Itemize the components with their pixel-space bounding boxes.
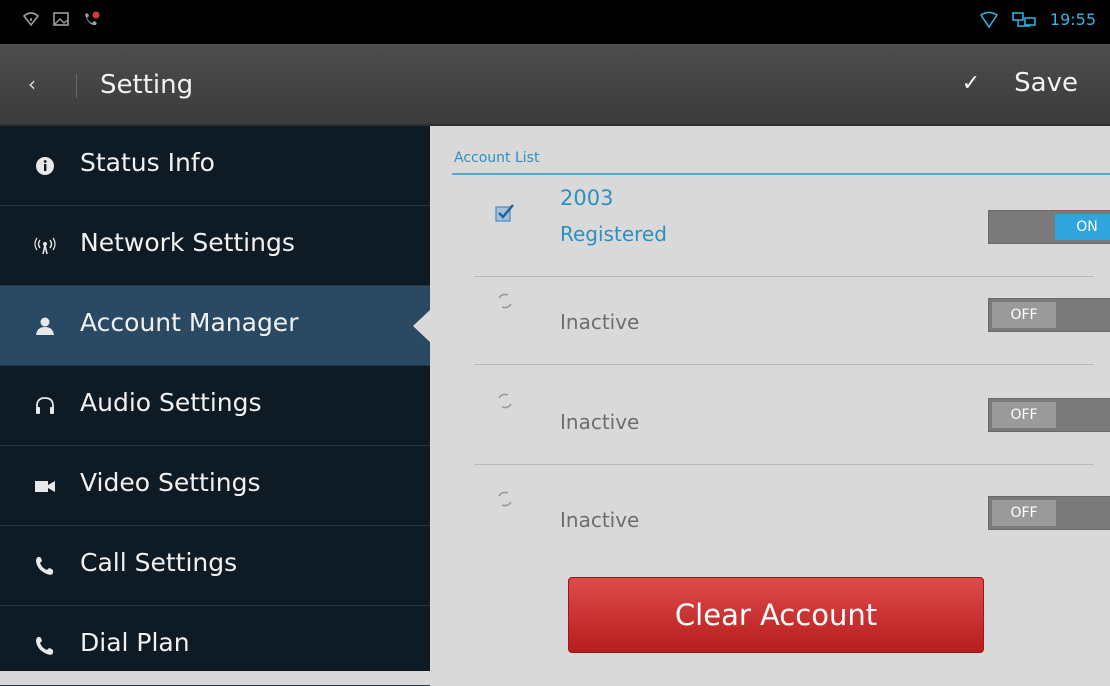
wifi-alert-icon	[22, 12, 40, 27]
sidebar-item-label: Call Settings	[80, 548, 238, 577]
sidebar-item-video-settings[interactable]: Video Settings	[0, 446, 430, 526]
sidebar-item-dial-plan[interactable]: Dial Plan	[0, 606, 430, 686]
status-icons-right: 19:55	[979, 10, 1096, 29]
sidebar-item-label: Audio Settings	[80, 388, 262, 417]
page-title: Setting	[100, 70, 194, 100]
wifi-icon	[979, 11, 998, 28]
account-toggle[interactable]: OFF	[988, 496, 1110, 530]
sidebar-item-label: Dial Plan	[80, 628, 190, 657]
sidebar-item-label: Network Settings	[80, 228, 295, 257]
refresh-icon	[498, 293, 512, 309]
account-list-panel: Account List 2003 Registered ON Inactive…	[430, 126, 1110, 671]
refresh-icon	[498, 393, 512, 409]
status-icons-left	[22, 10, 100, 28]
headset-icon	[36, 397, 54, 414]
sidebar-item-label: Video Settings	[80, 468, 261, 497]
sidebar-item-label: Account Manager	[80, 308, 299, 337]
check-icon[interactable]	[494, 202, 516, 224]
account-row[interactable]: 2003 Registered ON	[474, 178, 1110, 277]
account-status: Inactive	[560, 410, 640, 434]
sidebar-item-account-manager[interactable]: Account Manager	[0, 286, 431, 366]
refresh-icon	[498, 491, 512, 507]
account-toggle[interactable]: ON	[988, 210, 1110, 244]
action-bar: ‹ Setting ✓ Save	[0, 44, 1110, 126]
info-icon	[36, 157, 54, 175]
account-toggle[interactable]: OFF	[988, 298, 1110, 332]
antenna-icon	[34, 237, 56, 255]
save-button[interactable]: ✓ Save	[962, 68, 1078, 98]
account-row[interactable]: Inactive OFF	[474, 366, 1110, 465]
section-divider	[452, 173, 1110, 175]
account-status: Registered	[560, 222, 667, 246]
account-status: Inactive	[560, 310, 640, 334]
image-icon	[53, 12, 69, 26]
video-camera-icon	[35, 481, 55, 492]
sidebar-item-label: Status Info	[80, 148, 215, 177]
account-row[interactable]: Inactive OFF	[474, 464, 1110, 562]
clear-account-button[interactable]: Clear Account	[568, 577, 984, 653]
toggle-knob: OFF	[992, 302, 1056, 328]
sidebar: Status Info Network Settings Account Man…	[0, 126, 431, 686]
account-status: Inactive	[560, 508, 640, 532]
active-pointer	[413, 309, 431, 343]
phone-icon	[36, 556, 54, 575]
section-header: Account List	[454, 150, 540, 166]
clock: 19:55	[1049, 10, 1096, 29]
phone-icon	[36, 636, 54, 655]
checkmark-icon: ✓	[961, 70, 981, 96]
sidebar-item-status-info[interactable]: Status Info	[0, 126, 430, 206]
sidebar-item-network-settings[interactable]: Network Settings	[0, 206, 430, 286]
account-row[interactable]: Inactive OFF	[474, 266, 1110, 365]
account-toggle[interactable]: OFF	[988, 398, 1110, 432]
toggle-knob: OFF	[992, 500, 1056, 526]
person-icon	[36, 317, 54, 335]
network-icon	[1012, 11, 1036, 27]
save-label: Save	[1014, 68, 1078, 98]
missed-call-icon	[85, 11, 100, 26]
toggle-knob: OFF	[992, 402, 1056, 428]
toggle-knob: ON	[1055, 214, 1110, 240]
sidebar-item-call-settings[interactable]: Call Settings	[0, 526, 430, 606]
sidebar-item-audio-settings[interactable]: Audio Settings	[0, 366, 430, 446]
divider	[76, 74, 77, 98]
status-bar: 19:55	[0, 0, 1110, 44]
back-button[interactable]: ‹	[28, 72, 36, 96]
account-name: 2003	[560, 186, 614, 210]
